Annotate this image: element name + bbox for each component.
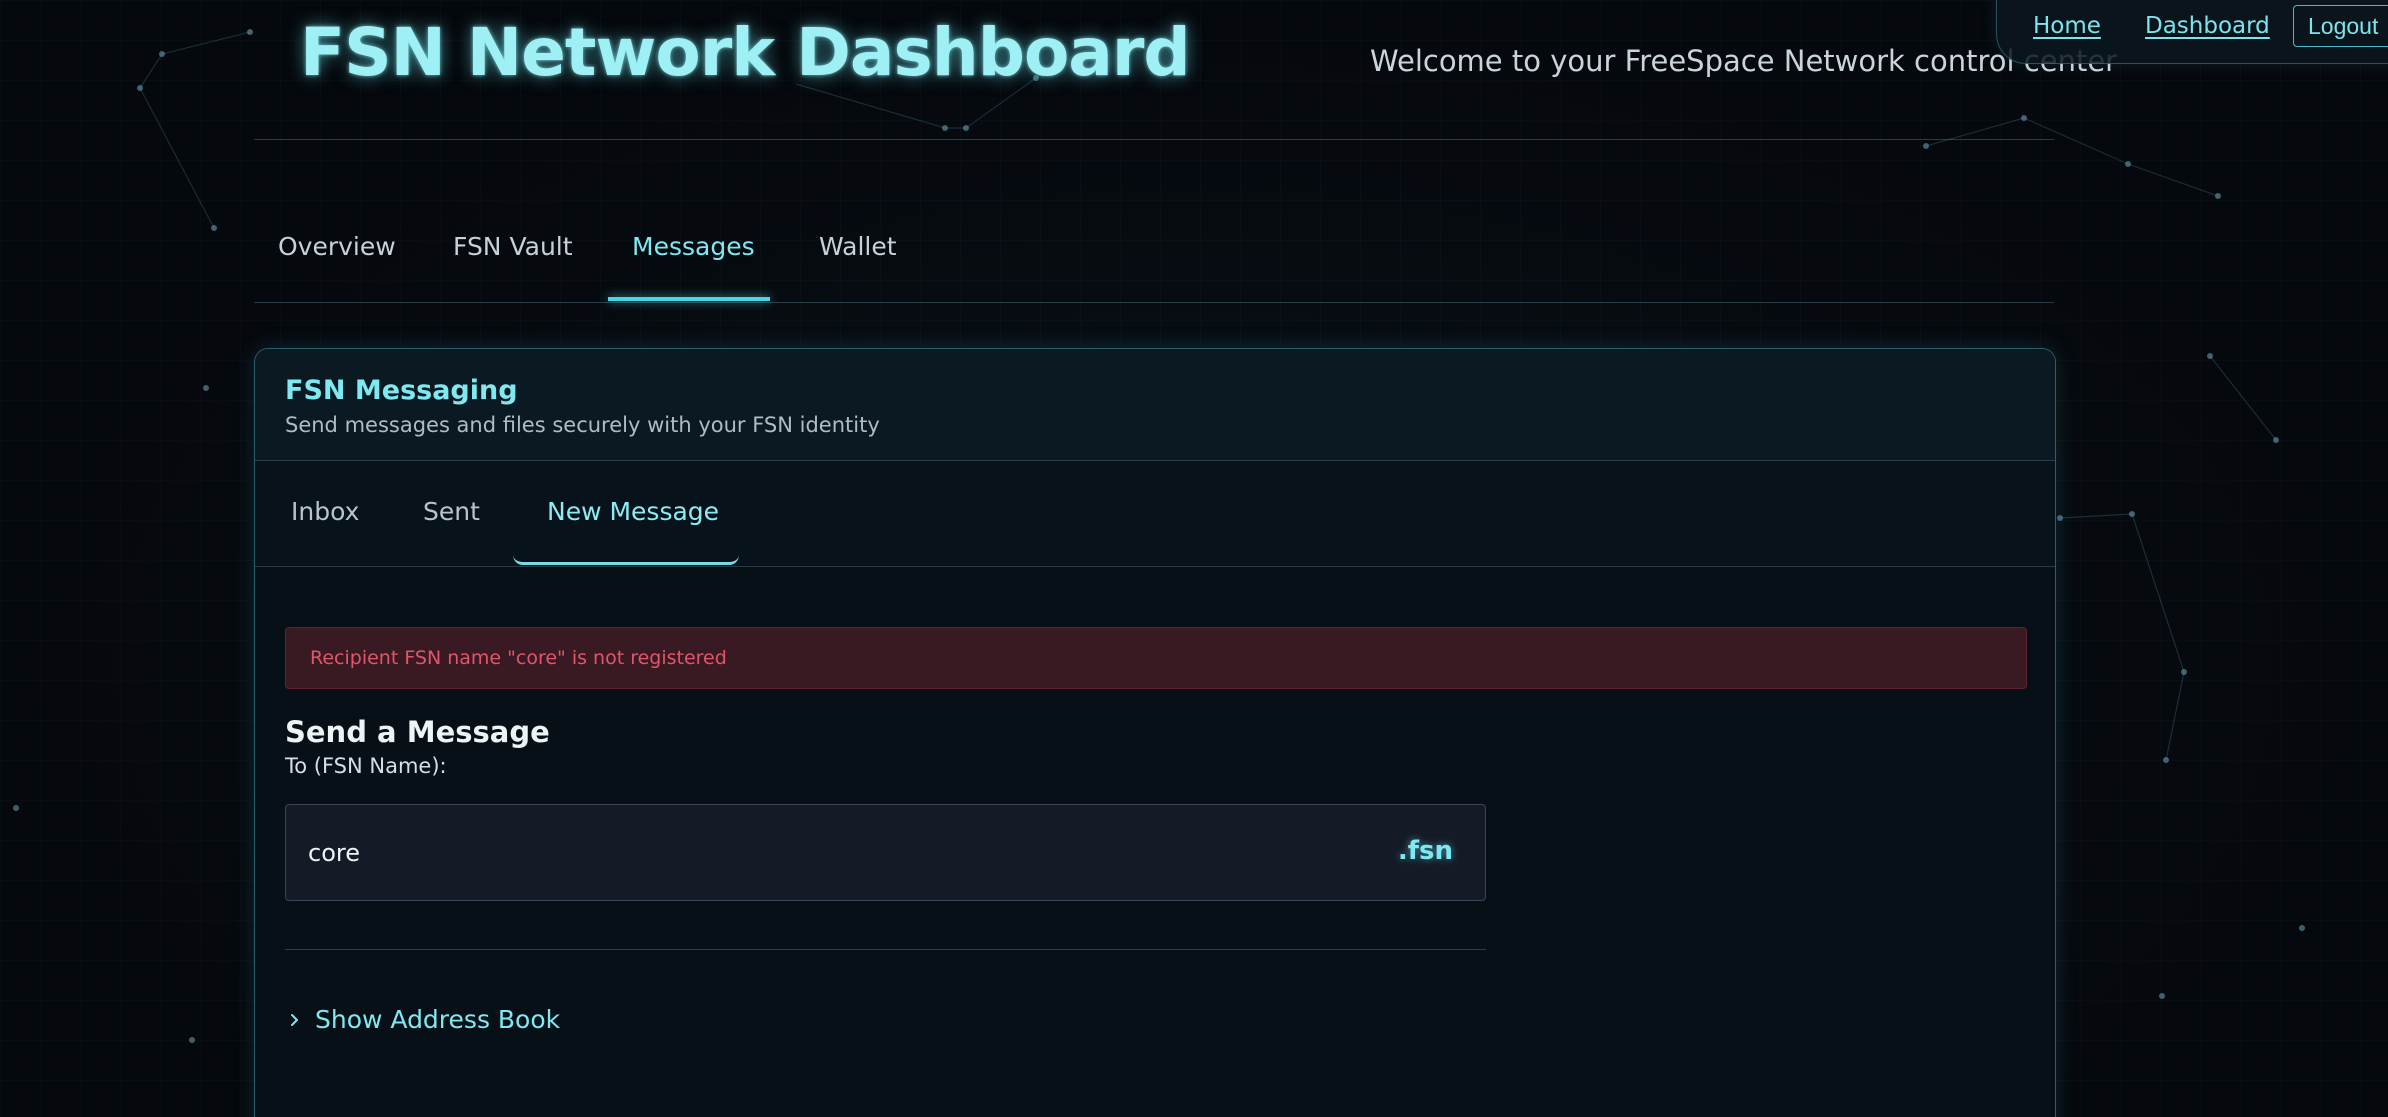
tab-messages[interactable]: Messages xyxy=(632,232,755,261)
card-header: FSN Messaging Send messages and files se… xyxy=(255,349,2055,461)
tab-inbox[interactable]: Inbox xyxy=(291,497,359,526)
header-divider xyxy=(254,139,2054,140)
address-book-label: Show Address Book xyxy=(315,1005,561,1034)
card-subtitle: Send messages and files securely with yo… xyxy=(285,413,880,437)
messaging-card: FSN Messaging Send messages and files se… xyxy=(254,348,2056,1117)
nav-home-link[interactable]: Home xyxy=(2033,13,2101,39)
tab-overview[interactable]: Overview xyxy=(278,232,396,261)
form-divider xyxy=(285,949,1486,950)
nav-dashboard-link[interactable]: Dashboard xyxy=(2145,13,2270,39)
error-banner: Recipient FSN name "core" is not registe… xyxy=(285,627,2027,689)
show-address-book-toggle[interactable]: Show Address Book xyxy=(285,1005,560,1034)
tab-wallet[interactable]: Wallet xyxy=(819,232,897,261)
chevron-right-icon xyxy=(291,1013,298,1026)
active-tab-indicator xyxy=(608,297,770,301)
message-tabs: Inbox Sent New Message xyxy=(255,461,2055,567)
recipient-field: .fsn xyxy=(285,804,1486,901)
error-message: Recipient FSN name "core" is not registe… xyxy=(310,647,727,669)
recipient-label: To (FSN Name): xyxy=(285,754,447,778)
recipient-input[interactable] xyxy=(308,833,1308,873)
tab-fsn-vault[interactable]: FSN Vault xyxy=(453,232,573,261)
fsn-suffix: .fsn xyxy=(1397,836,1453,866)
card-title: FSN Messaging xyxy=(285,375,518,406)
tab-new-message[interactable]: New Message xyxy=(547,497,719,526)
main-tabs: Overview FSN Vault Messages Wallet xyxy=(254,202,2054,303)
page-title: FSN Network Dashboard xyxy=(300,14,1191,91)
logout-button[interactable]: Logout xyxy=(2293,5,2388,47)
top-nav: Home Dashboard Logout xyxy=(1996,0,2388,64)
tab-sent[interactable]: Sent xyxy=(423,497,480,526)
send-message-title: Send a Message xyxy=(285,715,550,749)
